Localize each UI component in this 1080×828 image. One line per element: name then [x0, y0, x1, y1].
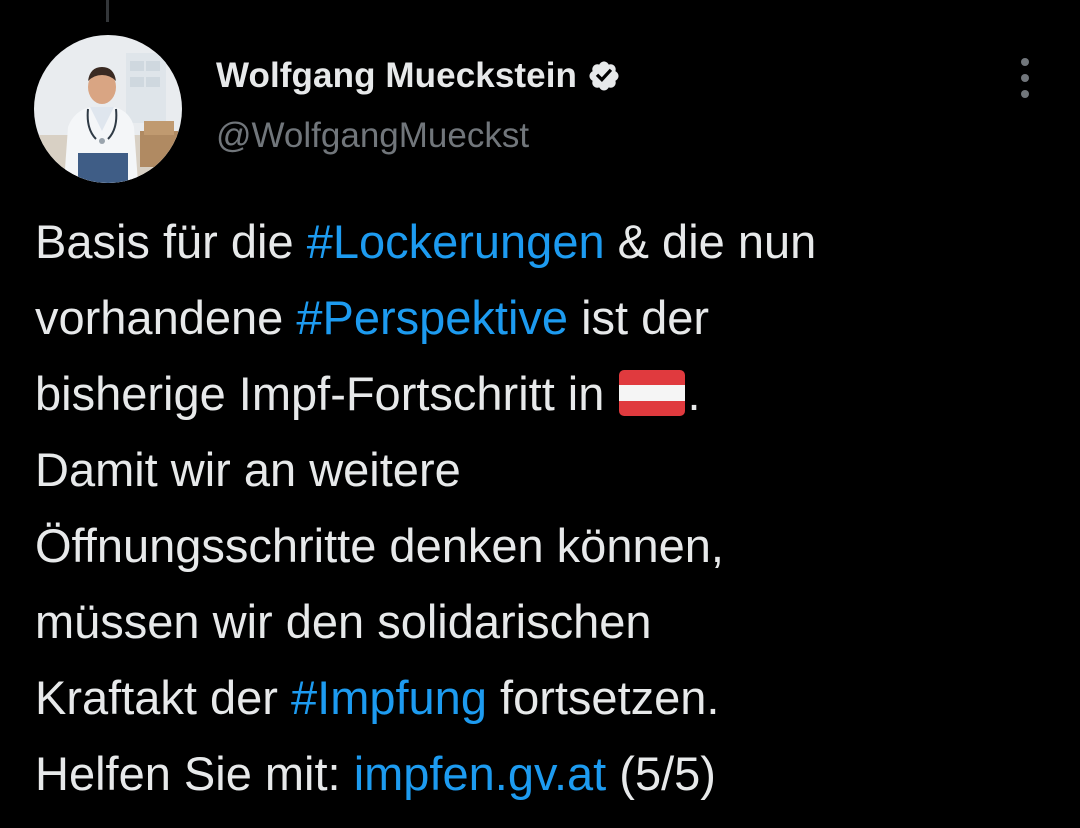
more-dot	[1021, 58, 1029, 66]
tweet-line-5: Öffnungsschritte denken können,	[35, 519, 724, 572]
tweet-text-segment: Helfen Sie mit:	[35, 747, 354, 800]
tweet-text-segment: fortsetzen.	[486, 671, 720, 724]
tweet-text-segment: .	[687, 367, 701, 420]
tweet-text-segment: vorhandene	[35, 291, 297, 344]
tweet-text-segment: bisherige Impf-Fortschritt in	[35, 367, 618, 420]
tweet-text: Basis für die #Lockerungen & die nun vor…	[35, 204, 1055, 812]
more-options-icon[interactable]	[1008, 56, 1042, 100]
tweet-line-2: vorhandene #Perspektive ist der	[35, 280, 1055, 356]
tweet-line-1: Basis für die #Lockerungen & die nun	[35, 204, 1055, 280]
verified-badge-icon	[587, 59, 621, 93]
tweet-line-8: Helfen Sie mit: impfen.gv.at (5/5)	[35, 736, 1055, 812]
tweet-line-7: Kraftakt der #Impfung fortsetzen.	[35, 660, 1055, 736]
tweet-line-3: bisherige Impf-Fortschritt in .	[35, 356, 1055, 432]
hashtag-impfung[interactable]: #Impfung	[291, 671, 487, 724]
hashtag-perspektive[interactable]: #Perspektive	[296, 291, 568, 344]
tweet-line-4: Damit wir an weitere	[35, 443, 461, 496]
avatar[interactable]	[34, 35, 182, 183]
thread-connector-line	[106, 0, 109, 22]
tweet-text-segment: Kraftakt der	[35, 671, 291, 724]
link-impfen-gv-at[interactable]: impfen.gv.at	[354, 747, 607, 800]
tweet-line-6: müssen wir den solidarischen	[35, 595, 652, 648]
author-display-name[interactable]: Wolfgang Mueckstein	[216, 56, 577, 96]
austria-flag-icon	[619, 370, 686, 416]
hashtag-lockerungen[interactable]: #Lockerungen	[307, 215, 605, 268]
avatar-photo	[34, 35, 182, 183]
tweet-text-segment: ist der	[568, 291, 710, 344]
more-dot	[1021, 74, 1029, 82]
more-dot	[1021, 90, 1029, 98]
tweet-text-segment: Basis für die	[35, 215, 307, 268]
tweet-text-segment: & die nun	[604, 215, 817, 268]
author-name-row: Wolfgang Mueckstein	[216, 56, 621, 96]
author-handle[interactable]: @WolfgangMueckst	[216, 116, 529, 156]
tweet-text-segment: (5/5)	[606, 747, 716, 800]
